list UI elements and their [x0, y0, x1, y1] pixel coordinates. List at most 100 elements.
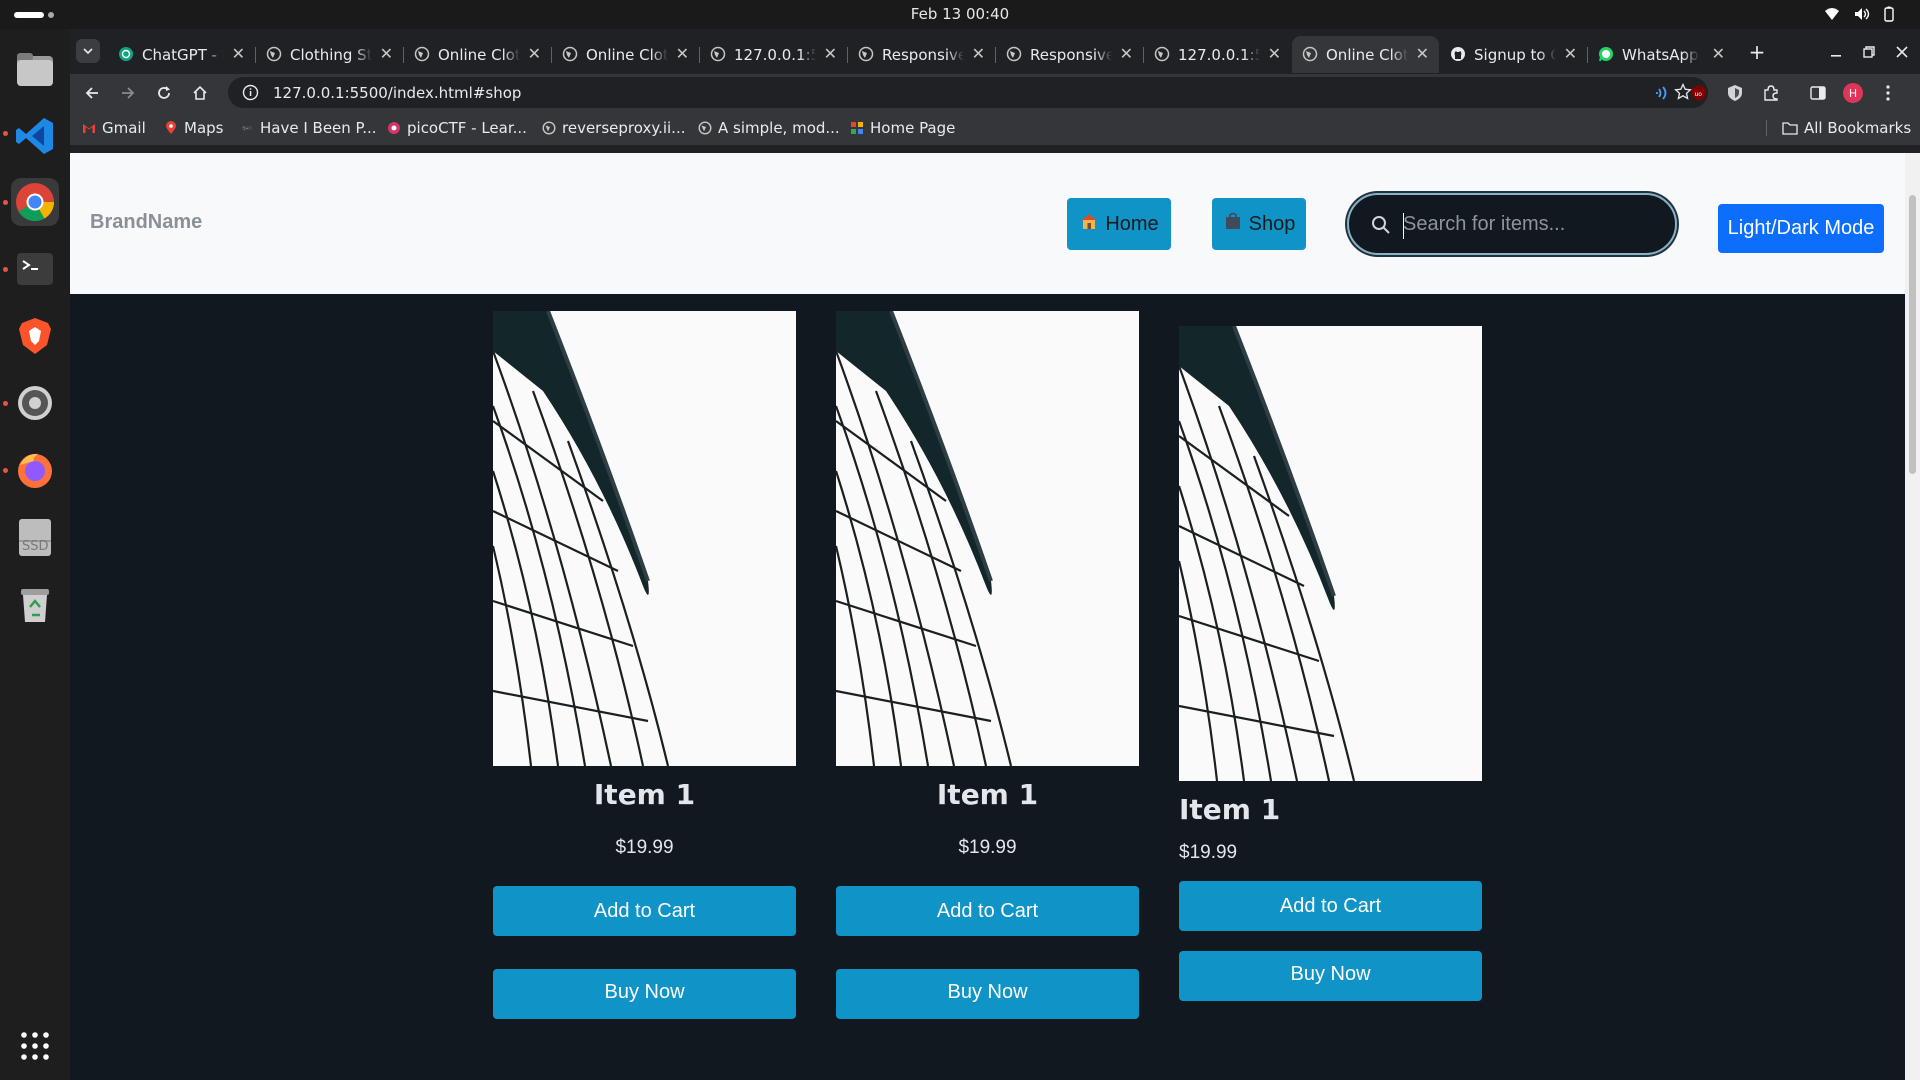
search-bar[interactable]	[1347, 193, 1677, 255]
browser-tab[interactable]: ChatGPT - D ✕	[108, 36, 255, 73]
shop-nav-label: Shop	[1248, 212, 1296, 235]
browser-tab[interactable]: Online Clot ✕	[404, 36, 551, 73]
bookmark-item[interactable]: A simple, mod...	[698, 119, 840, 137]
browser-window: ChatGPT - D✕Clothing St✕Online Clot✕Onli…	[70, 29, 1920, 1080]
close-tab-icon[interactable]: ✕	[676, 44, 689, 63]
add-to-cart-button[interactable]: Add to Cart	[836, 886, 1139, 936]
wifi-icon	[1824, 6, 1840, 22]
new-tab-button[interactable]: +	[1744, 39, 1770, 65]
product-image-graphic	[836, 311, 1139, 766]
browser-tab[interactable]: Clothing St ✕	[256, 36, 403, 73]
tab-label: Online Clot	[586, 45, 668, 64]
system-clock[interactable]: Feb 13 00:40	[0, 5, 1920, 23]
close-tab-icon[interactable]: ✕	[824, 44, 837, 63]
system-tray[interactable]	[1824, 6, 1900, 22]
browser-tab[interactable]: 127.0.0.1:55 ✕	[700, 36, 847, 73]
terminal-icon[interactable]	[11, 245, 59, 293]
buy-now-button[interactable]: Buy Now	[1179, 951, 1482, 1001]
shop-nav-button[interactable]: Shop	[1212, 198, 1306, 250]
globe-icon	[562, 46, 578, 62]
svg-text:uo: uo	[1695, 91, 1703, 98]
address-bar[interactable]: 127.0.0.1:5500/index.html#shop	[228, 77, 1708, 108]
bookmark-item[interactable]: reverseproxy.ii...	[542, 119, 685, 137]
extension-wave-icon[interactable]	[1653, 83, 1673, 103]
close-tab-icon[interactable]: ✕	[1564, 44, 1577, 63]
firefox-icon[interactable]	[11, 446, 59, 494]
site-info-icon[interactable]	[242, 84, 259, 101]
shopping-bag-icon	[1223, 211, 1243, 237]
product-price: $19.99	[958, 837, 1017, 858]
reload-button[interactable]	[151, 80, 177, 106]
back-button[interactable]	[79, 80, 105, 106]
buy-now-button[interactable]: Buy Now	[836, 969, 1139, 1019]
globe-icon	[1154, 46, 1170, 62]
browser-tab[interactable]: Online Clot ✕	[1292, 36, 1439, 73]
shield-extension-icon[interactable]	[1725, 83, 1745, 103]
add-to-cart-button[interactable]: Add to Cart	[1179, 881, 1482, 931]
globe-icon	[542, 121, 556, 135]
add-to-cart-button[interactable]: Add to Cart	[493, 886, 796, 936]
close-tab-icon[interactable]: ✕	[1120, 44, 1133, 63]
minimize-button[interactable]	[1823, 39, 1849, 65]
vscode-icon[interactable]	[11, 112, 59, 160]
web-page: BrandName Home Shop Light/Dark Mode It	[70, 153, 1905, 1080]
brand-logo[interactable]: BrandName	[90, 211, 202, 234]
browser-tab[interactable]: 127.0.0.1:55 ✕	[1144, 36, 1291, 73]
bookmark-item[interactable]: Gmail	[82, 119, 146, 137]
tab-search-button[interactable]	[76, 39, 100, 63]
restore-button[interactable]	[1856, 39, 1882, 65]
ublock-icon[interactable]: uo	[1689, 83, 1709, 103]
close-window-button[interactable]	[1889, 39, 1915, 65]
bookmark-item[interactable]: picoCTF - Lear...	[387, 119, 527, 137]
close-tab-icon[interactable]: ✕	[972, 44, 985, 63]
trash-icon[interactable]	[11, 580, 59, 628]
close-tab-icon[interactable]: ✕	[380, 44, 393, 63]
bookmarks-bar: Gmail Maps ';-- Have I Been P... picoCTF - L…	[70, 111, 1920, 145]
site-navbar: BrandName Home Shop Light/Dark Mode	[70, 153, 1905, 294]
buy-now-button[interactable]: Buy Now	[493, 969, 796, 1019]
close-icon	[1896, 46, 1908, 58]
side-panel-icon[interactable]	[1808, 83, 1828, 103]
product-image[interactable]	[493, 311, 796, 766]
files-icon[interactable]	[11, 45, 59, 93]
ssd-drive-icon[interactable]: SSD	[11, 513, 59, 561]
page-scrollbar[interactable]	[1905, 153, 1920, 1080]
close-tab-icon[interactable]: ✕	[1712, 44, 1725, 63]
browser-tab[interactable]: WhatsApp ✕	[1588, 36, 1735, 73]
scrollbar-thumb[interactable]	[1909, 195, 1916, 474]
product-image[interactable]	[836, 311, 1139, 766]
github-icon	[1450, 46, 1466, 62]
product-price: $19.99	[1179, 842, 1238, 863]
settings-icon[interactable]	[11, 379, 59, 427]
url-text[interactable]: 127.0.0.1:5500/index.html#shop	[273, 84, 521, 102]
light-dark-mode-button[interactable]: Light/Dark Mode	[1718, 204, 1884, 253]
close-tab-icon[interactable]: ✕	[232, 44, 245, 63]
browser-tab[interactable]: Responsive ✕	[996, 36, 1143, 73]
browser-tab[interactable]: Responsive ✕	[848, 36, 995, 73]
chrome-icon[interactable]	[11, 178, 59, 226]
bookmark-item[interactable]: Maps	[164, 119, 223, 137]
globe-icon	[1302, 46, 1318, 62]
profile-avatar[interactable]: H	[1843, 83, 1863, 103]
close-tab-icon[interactable]: ✕	[1416, 44, 1429, 63]
app-grid-icon[interactable]	[11, 1022, 59, 1070]
all-bookmarks-label: All Bookmarks	[1804, 119, 1912, 137]
close-tab-icon[interactable]: ✕	[1268, 44, 1281, 63]
kebab-menu-icon[interactable]	[1878, 83, 1898, 103]
brave-icon[interactable]	[11, 312, 59, 360]
product-title: Item 1	[593, 778, 696, 811]
tab-label: Responsive	[882, 45, 964, 64]
bookmark-item[interactable]: Home Page	[850, 119, 955, 137]
home-nav-button[interactable]: Home	[1067, 198, 1171, 250]
browser-tab[interactable]: Online Clot ✕	[552, 36, 699, 73]
bookmark-item[interactable]: ';-- Have I Been P...	[240, 119, 377, 137]
extensions-puzzle-icon[interactable]	[1761, 83, 1781, 103]
close-tab-icon[interactable]: ✕	[528, 44, 541, 63]
all-bookmarks-button[interactable]: All Bookmarks	[1782, 119, 1911, 137]
product-image-graphic	[493, 311, 796, 766]
home-button[interactable]	[187, 80, 213, 106]
browser-tab[interactable]: Signup to G ✕	[1440, 36, 1587, 73]
product-image[interactable]	[1179, 326, 1482, 781]
search-input[interactable]	[1403, 209, 1653, 239]
forward-button[interactable]	[115, 80, 141, 106]
